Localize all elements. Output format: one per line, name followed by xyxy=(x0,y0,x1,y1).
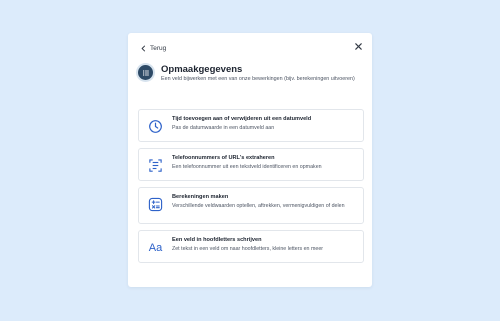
panel-header: Opmaakgegevens Een veld bijwerken met ee… xyxy=(138,64,362,95)
aa-icon-text: Aa xyxy=(148,241,163,254)
option-description: Verschillende veldwaarden optellen, aftr… xyxy=(172,203,345,209)
page-title: Opmaakgegevens xyxy=(161,64,243,75)
close-icon[interactable] xyxy=(354,42,363,51)
option-card-capitalize[interactable]: Aa Een veld in hoofdletters schrijven Ze… xyxy=(138,230,364,263)
clock-icon xyxy=(148,119,163,134)
option-description: Een telefoonnummer uit een tekstveld ide… xyxy=(172,164,322,170)
page-subtitle: Een veld bijwerken met een van onze bewe… xyxy=(161,76,355,82)
option-title: Berekeningen maken xyxy=(172,194,229,200)
back-label: Terug xyxy=(150,44,167,52)
chevron-left-icon xyxy=(141,45,146,51)
option-title: Tijd toevoegen aan of verwijderen uit ee… xyxy=(172,116,312,122)
aa-icon: Aa xyxy=(148,240,163,255)
option-description: Pas de datumwaarde in een datumveld aan xyxy=(172,125,275,131)
option-card-extract-phone-url[interactable]: Telefoonnummers of URL's extraheren Een … xyxy=(138,148,364,181)
format-data-panel: Terug Opmaakgegevens Een veld bijwerken … xyxy=(128,33,372,287)
phone-scan-icon xyxy=(148,158,163,173)
option-card-calculations[interactable]: Berekeningen maken Verschillende veldwaa… xyxy=(138,187,364,224)
option-card-date-time[interactable]: Tijd toevoegen aan of verwijderen uit ee… xyxy=(138,109,364,142)
back-button[interactable]: Terug xyxy=(140,42,166,54)
calculator-icon xyxy=(148,197,163,212)
list-format-icon xyxy=(138,65,153,80)
option-title: Een veld in hoofdletters schrijven xyxy=(172,237,262,243)
option-description: Zet tekst in een veld om naar hoofdlette… xyxy=(172,246,324,252)
options-list: Tijd toevoegen aan of verwijderen uit ee… xyxy=(138,109,364,269)
option-title: Telefoonnummers of URL's extraheren xyxy=(172,155,275,161)
